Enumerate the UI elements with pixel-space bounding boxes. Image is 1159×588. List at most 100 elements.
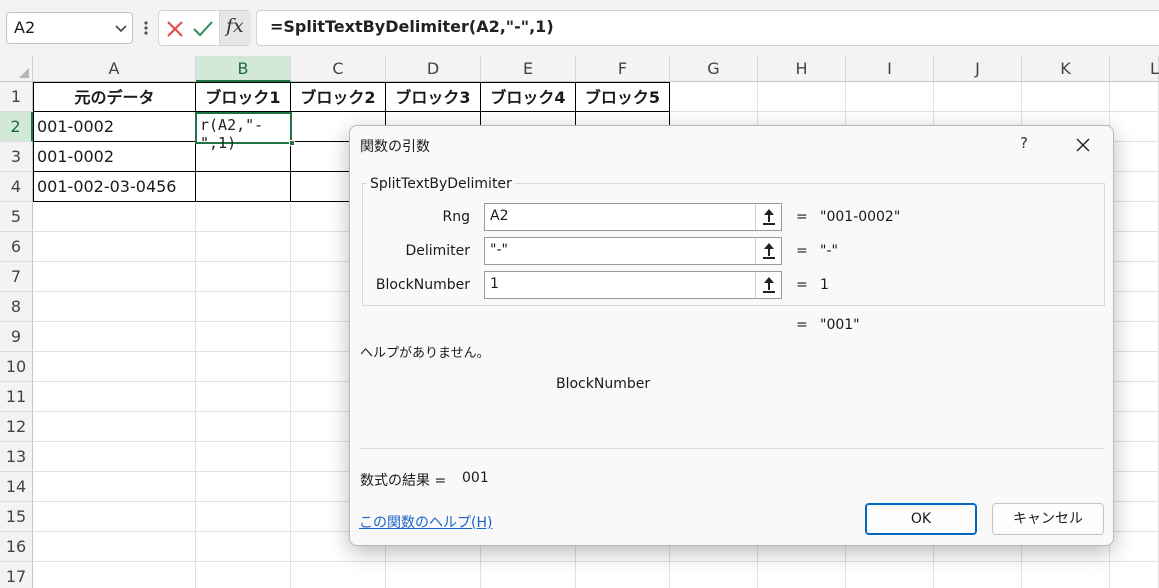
grid-cell[interactable]	[1022, 82, 1110, 112]
grid-cell[interactable]	[33, 382, 196, 412]
grid-cell[interactable]	[196, 232, 291, 262]
grid-cell[interactable]	[1110, 562, 1159, 588]
formula-input[interactable]: =SplitTextByDelimiter(A2,"-",1)	[256, 10, 1159, 46]
table-header-cell[interactable]: ブロック2	[291, 82, 386, 112]
grid-cell[interactable]	[758, 82, 846, 112]
row-header-7[interactable]: 7	[0, 262, 33, 292]
row-header-9[interactable]: 9	[0, 322, 33, 352]
grid-cell[interactable]	[1110, 412, 1159, 442]
column-header-i[interactable]: I	[846, 56, 934, 82]
grid-cell[interactable]	[846, 562, 934, 588]
close-icon[interactable]	[1075, 137, 1091, 153]
grid-cell[interactable]	[196, 532, 291, 562]
ok-button[interactable]: OK	[865, 503, 977, 535]
row-header-14[interactable]: 14	[0, 472, 33, 502]
grid-cell[interactable]	[1022, 562, 1110, 588]
grid-cell[interactable]	[934, 562, 1022, 588]
column-header-b[interactable]: B	[196, 56, 291, 82]
collapse-dialog-button[interactable]	[755, 204, 781, 230]
grid-cell[interactable]	[1110, 292, 1159, 322]
grid-cell[interactable]	[576, 562, 670, 588]
grid-cell[interactable]	[758, 562, 846, 588]
grid-cell[interactable]	[386, 562, 481, 588]
grid-cell[interactable]	[196, 502, 291, 532]
row-header-13[interactable]: 13	[0, 442, 33, 472]
grid-cell[interactable]	[1110, 112, 1159, 142]
grid-cell[interactable]	[846, 82, 934, 112]
row-header-1[interactable]: 1	[0, 82, 33, 112]
grid-cell[interactable]	[33, 292, 196, 322]
grid-cell[interactable]	[33, 262, 196, 292]
grid-cell[interactable]	[1110, 382, 1159, 412]
row-header-17[interactable]: 17	[0, 562, 33, 588]
grid-cell[interactable]	[1110, 352, 1159, 382]
grid-cell[interactable]	[196, 322, 291, 352]
row-header-5[interactable]: 5	[0, 202, 33, 232]
grid-cell[interactable]	[1110, 202, 1159, 232]
help-button[interactable]: ?	[1020, 134, 1028, 152]
grid-cell[interactable]	[33, 472, 196, 502]
grid-cell[interactable]	[1110, 322, 1159, 352]
grid-cell[interactable]	[196, 202, 291, 232]
table-header-cell[interactable]: ブロック1	[196, 82, 291, 112]
cancel-x-icon[interactable]	[163, 17, 187, 41]
table-header-cell[interactable]: ブロック3	[386, 82, 481, 112]
arg-input-delimiter[interactable]: "-"	[484, 237, 782, 265]
arg-input-blocknumber[interactable]: 1	[484, 271, 782, 299]
grid-cell[interactable]	[33, 352, 196, 382]
name-box[interactable]: A2	[6, 12, 133, 44]
column-header-a[interactable]: A	[33, 56, 196, 82]
column-header-e[interactable]: E	[481, 56, 576, 82]
grid-cell[interactable]	[33, 232, 196, 262]
grid-cell[interactable]	[33, 412, 196, 442]
table-header-cell[interactable]: ブロック4	[481, 82, 576, 112]
grid-cell[interactable]	[1110, 142, 1159, 172]
enter-check-icon[interactable]	[191, 17, 215, 41]
table-header-cell[interactable]: ブロック5	[576, 82, 670, 112]
collapse-dialog-button[interactable]	[755, 272, 781, 298]
grid-cell[interactable]	[33, 532, 196, 562]
column-header-f[interactable]: F	[576, 56, 670, 82]
cancel-button[interactable]: キャンセル	[992, 503, 1104, 535]
grid-cell[interactable]	[33, 562, 196, 588]
row-header-6[interactable]: 6	[0, 232, 33, 262]
grid-cell[interactable]	[1110, 502, 1159, 532]
grid-cell[interactable]	[33, 322, 196, 352]
grid-cell[interactable]	[1110, 472, 1159, 502]
arg-input-rng[interactable]: A2	[484, 203, 782, 231]
grid-cell[interactable]	[1110, 82, 1159, 112]
grid-cell[interactable]	[196, 382, 291, 412]
row-header-16[interactable]: 16	[0, 532, 33, 562]
grid-cell[interactable]	[934, 82, 1022, 112]
row-header-10[interactable]: 10	[0, 352, 33, 382]
insert-function-button[interactable]: fx	[219, 11, 251, 45]
table-header-cell[interactable]: 元のデータ	[33, 82, 196, 112]
column-header-g[interactable]: G	[670, 56, 758, 82]
row-header-2[interactable]: 2	[0, 112, 33, 142]
grid-cell[interactable]	[291, 562, 386, 588]
grid-cell[interactable]	[1110, 442, 1159, 472]
grid-cell[interactable]	[196, 352, 291, 382]
collapse-dialog-button[interactable]	[755, 238, 781, 264]
grid-cell[interactable]	[196, 292, 291, 322]
grid-cell[interactable]	[196, 262, 291, 292]
active-cell-b2[interactable]: r(A2,"-",1)	[195, 112, 292, 152]
select-all-corner[interactable]	[0, 56, 33, 82]
table-cell-a2[interactable]: 001-0002	[33, 112, 196, 142]
grid-cell[interactable]	[481, 562, 576, 588]
column-header-h[interactable]: H	[758, 56, 846, 82]
grid-cell[interactable]	[33, 202, 196, 232]
row-header-8[interactable]: 8	[0, 292, 33, 322]
grid-cell[interactable]	[1110, 262, 1159, 292]
row-header-11[interactable]: 11	[0, 382, 33, 412]
fill-handle[interactable]	[289, 140, 295, 146]
column-header-k[interactable]: K	[1022, 56, 1110, 82]
grid-cell[interactable]	[670, 82, 758, 112]
column-header-l[interactable]: L	[1110, 56, 1159, 82]
table-cell[interactable]	[196, 172, 291, 202]
grid-cell[interactable]	[196, 442, 291, 472]
row-header-12[interactable]: 12	[0, 412, 33, 442]
grid-cell[interactable]	[196, 472, 291, 502]
grid-cell[interactable]	[670, 562, 758, 588]
row-header-3[interactable]: 3	[0, 142, 33, 172]
